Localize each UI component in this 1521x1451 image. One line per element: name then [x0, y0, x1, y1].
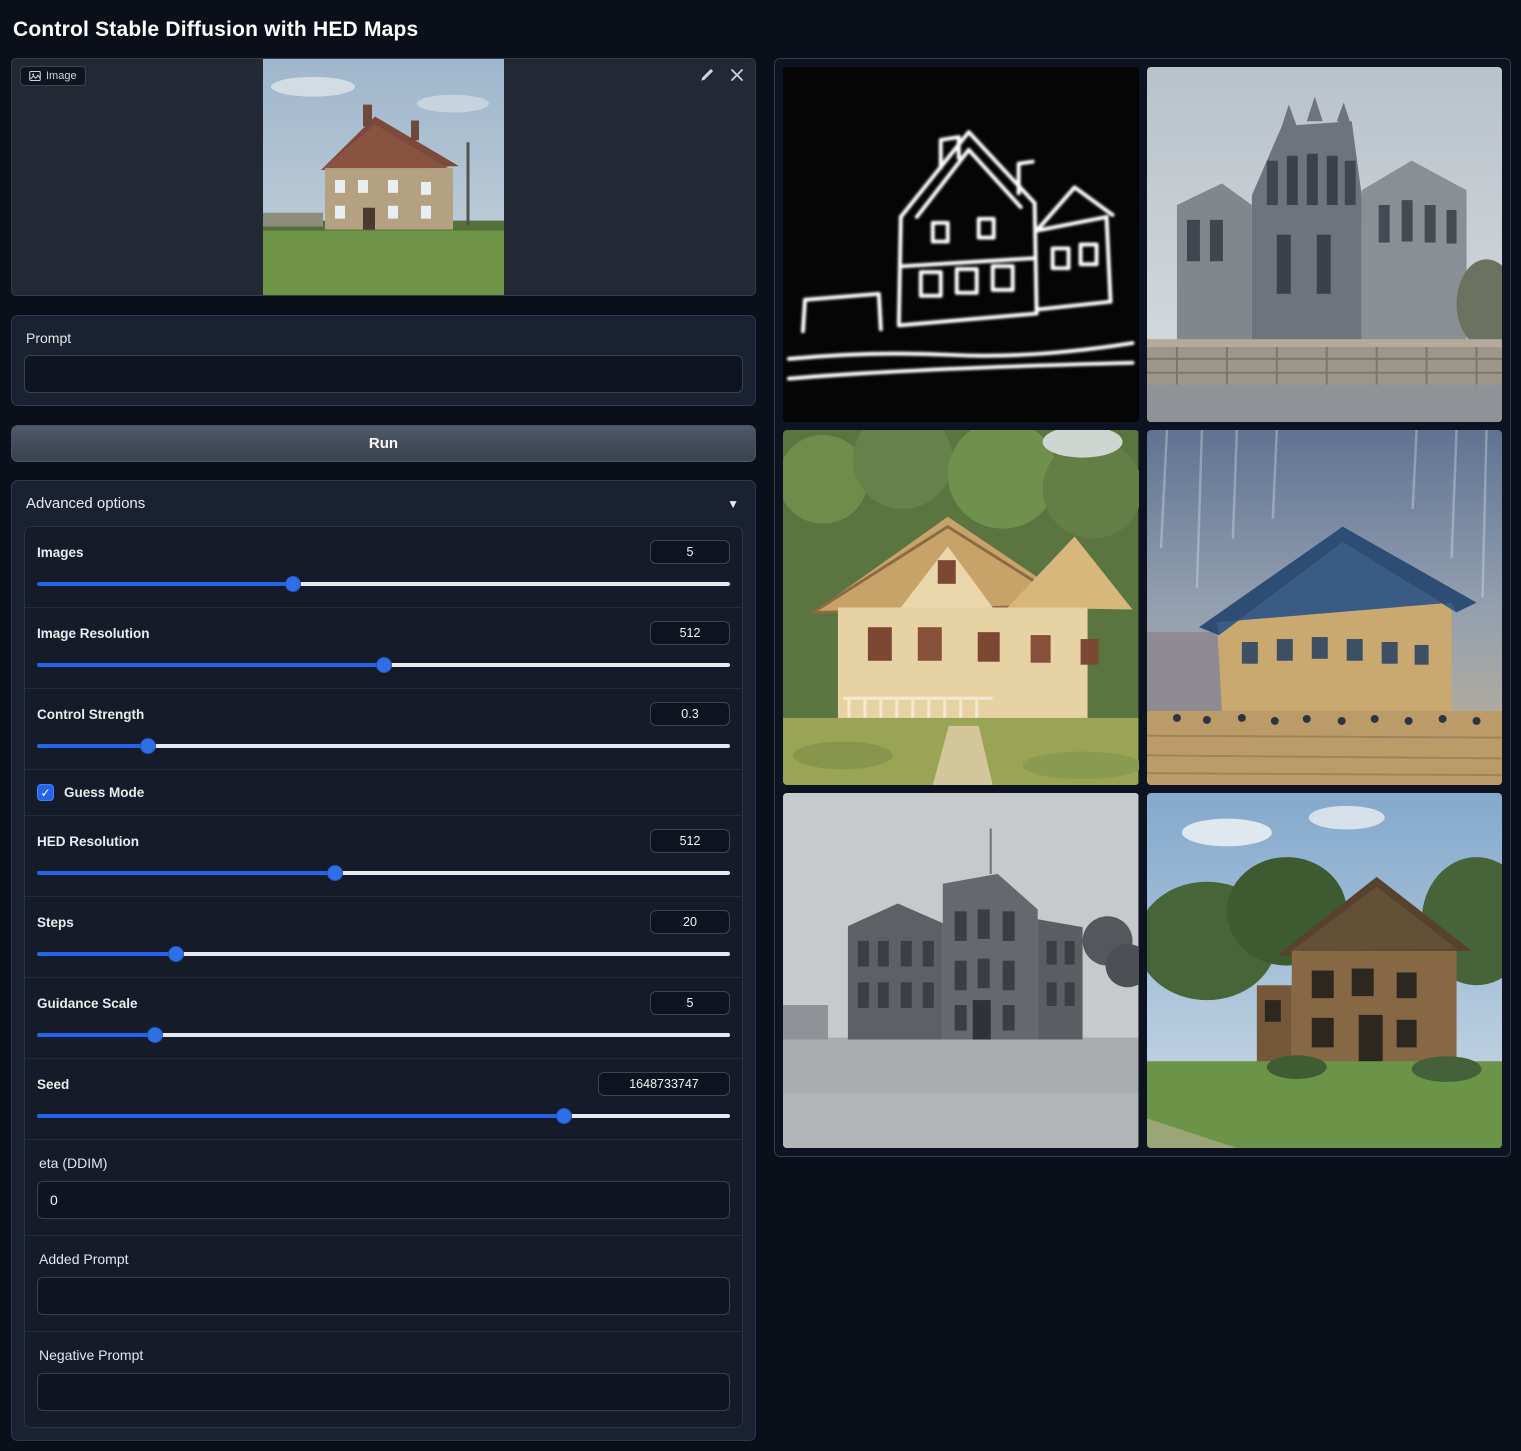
advanced-options-body: Images Image Resolution	[24, 526, 743, 1428]
image-actions	[699, 67, 745, 83]
hed-resolution-slider[interactable]	[37, 866, 730, 880]
images-slider-track[interactable]	[37, 582, 730, 586]
guidance-scale-slider-row: Guidance Scale	[25, 978, 742, 1059]
images-slider-handle[interactable]	[286, 577, 300, 591]
image-label-badge: Image	[20, 66, 86, 86]
negative-prompt-row: Negative Prompt	[25, 1332, 742, 1427]
negative-prompt-input[interactable]	[37, 1373, 730, 1411]
guidance-scale-value-input[interactable]	[650, 991, 730, 1015]
image-resolution-slider-row: Image Resolution	[25, 608, 742, 689]
seed-slider-handle[interactable]	[557, 1109, 571, 1123]
steps-slider-label: Steps	[37, 915, 74, 930]
page-title: Control Stable Diffusion with HED Maps	[13, 18, 1510, 42]
hed-resolution-value-input[interactable]	[650, 829, 730, 853]
gallery-image-monochrome-building[interactable]	[783, 793, 1139, 1148]
seed-slider-label: Seed	[37, 1077, 69, 1092]
prompt-panel: Prompt	[11, 315, 756, 406]
steps-slider[interactable]	[37, 947, 730, 961]
added-prompt-row: Added Prompt	[25, 1236, 742, 1332]
hed-resolution-slider-row: HED Resolution	[25, 816, 742, 897]
output-gallery	[774, 58, 1511, 1157]
prompt-input[interactable]	[24, 355, 743, 393]
controls-column: Image	[11, 58, 756, 1441]
images-value-input[interactable]	[650, 540, 730, 564]
guidance-scale-slider-handle[interactable]	[148, 1028, 162, 1042]
hed-resolution-slider-handle[interactable]	[328, 866, 342, 880]
steps-slider-track[interactable]	[37, 952, 730, 956]
control-strength-slider[interactable]	[37, 739, 730, 753]
gallery-image-stone-cathedral[interactable]	[1147, 67, 1503, 422]
seed-slider[interactable]	[37, 1109, 730, 1123]
image-resolution-slider-label: Image Resolution	[37, 626, 150, 641]
gallery-image-stylized-rainy-painting[interactable]	[1147, 430, 1503, 785]
prompt-label: Prompt	[26, 330, 741, 346]
eta-ddim-label: eta (DDIM)	[39, 1155, 728, 1171]
guess-mode-checkbox[interactable]: ✓	[37, 784, 54, 801]
hed-resolution-slider-track[interactable]	[37, 871, 730, 875]
guidance-scale-slider-track[interactable]	[37, 1033, 730, 1037]
advanced-options-title: Advanced options	[26, 495, 145, 512]
hed-resolution-slider-label: HED Resolution	[37, 834, 139, 849]
advanced-options-accordion[interactable]: Advanced options ▼	[24, 493, 743, 526]
control-strength-slider-row: Control Strength	[25, 689, 742, 770]
seed-slider-track[interactable]	[37, 1114, 730, 1118]
guidance-scale-slider[interactable]	[37, 1028, 730, 1042]
eta-ddim-input[interactable]	[37, 1181, 730, 1219]
close-icon[interactable]	[729, 67, 745, 83]
seed-slider-row: Seed	[25, 1059, 742, 1140]
guidance-scale-slider-label: Guidance Scale	[37, 996, 138, 1011]
control-strength-slider-label: Control Strength	[37, 707, 144, 722]
images-slider-label: Images	[37, 545, 84, 560]
image-label: Image	[46, 70, 77, 82]
check-icon: ✓	[40, 786, 50, 800]
steps-value-input[interactable]	[650, 910, 730, 934]
gallery-image-hed-edge-map[interactable]	[783, 67, 1139, 422]
eta-ddim-row: eta (DDIM)	[25, 1140, 742, 1236]
image-resolution-value-input[interactable]	[650, 621, 730, 645]
negative-prompt-label: Negative Prompt	[39, 1347, 728, 1363]
image-resolution-slider-handle[interactable]	[377, 658, 391, 672]
app-page: Control Stable Diffusion with HED Maps I…	[0, 0, 1521, 1451]
gallery-image-wooden-house[interactable]	[1147, 793, 1503, 1148]
image-icon	[29, 70, 41, 82]
advanced-options-panel: Advanced options ▼ Images	[11, 480, 756, 1441]
images-slider[interactable]	[37, 577, 730, 591]
images-slider-row: Images	[25, 527, 742, 608]
guess-mode-row[interactable]: ✓ Guess Mode	[25, 770, 742, 816]
chevron-down-icon: ▼	[727, 497, 739, 511]
steps-slider-handle[interactable]	[169, 947, 183, 961]
seed-value-input[interactable]	[598, 1072, 730, 1096]
gallery-image-painted-cottage[interactable]	[783, 430, 1139, 785]
uploaded-house-photo[interactable]	[263, 59, 504, 295]
added-prompt-input[interactable]	[37, 1277, 730, 1315]
results-column	[774, 58, 1511, 1157]
control-strength-value-input[interactable]	[650, 702, 730, 726]
added-prompt-label: Added Prompt	[39, 1251, 728, 1267]
run-button[interactable]: Run	[11, 425, 756, 462]
edit-pencil-icon[interactable]	[699, 67, 715, 83]
input-image-dropzone[interactable]: Image	[11, 58, 756, 296]
guess-mode-label: Guess Mode	[64, 785, 144, 800]
image-resolution-slider[interactable]	[37, 658, 730, 672]
control-strength-slider-handle[interactable]	[141, 739, 155, 753]
steps-slider-row: Steps	[25, 897, 742, 978]
